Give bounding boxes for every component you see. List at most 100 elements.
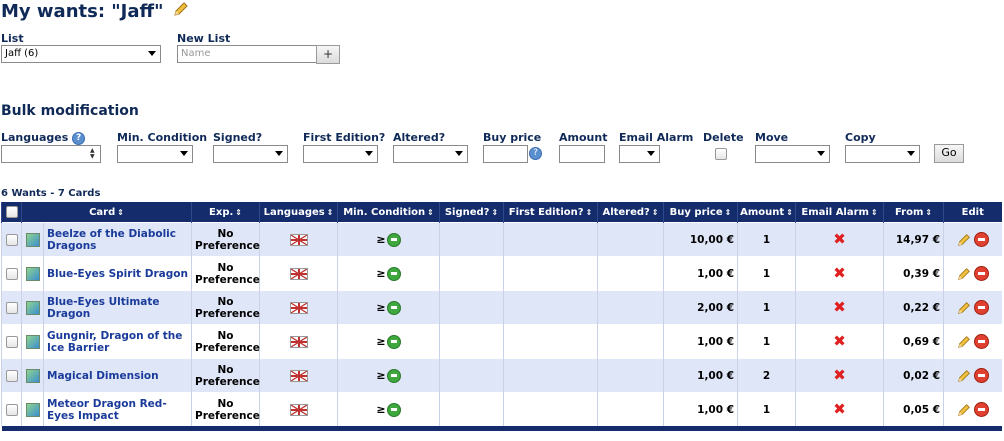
row-checkbox[interactable] xyxy=(5,267,18,280)
select-all-checkbox[interactable] xyxy=(5,206,18,218)
sort-icon[interactable]: ⇕ xyxy=(427,208,434,217)
list-select[interactable]: Jaff (6) xyxy=(1,45,161,63)
condition-operator: ≥ xyxy=(376,335,386,348)
row-checkbox[interactable] xyxy=(5,369,18,382)
card-name-link[interactable]: Magical Dimension xyxy=(47,370,159,382)
row-checkbox[interactable] xyxy=(5,335,18,348)
first-edition-cell xyxy=(503,324,598,359)
signed-select[interactable] xyxy=(213,145,288,163)
pencil-icon[interactable] xyxy=(957,233,971,246)
pencil-icon[interactable] xyxy=(173,0,189,24)
condition-badge-icon xyxy=(386,300,401,315)
min-condition-select[interactable] xyxy=(117,145,193,163)
col-header-amount[interactable]: Amount ⇕ xyxy=(737,202,796,223)
go-button[interactable]: Go xyxy=(934,144,964,163)
exp-cell: No Preference xyxy=(191,358,260,393)
add-list-button[interactable]: + xyxy=(316,45,340,64)
col-header-altered[interactable]: Altered? ⇕ xyxy=(597,202,664,223)
card-name-link[interactable]: Meteor Dragon Red-Eyes Impact xyxy=(47,398,167,422)
sort-icon[interactable]: ⇕ xyxy=(925,208,932,217)
red-x-icon[interactable]: ✖ xyxy=(833,230,846,248)
spinner-arrows-icon[interactable]: ▲ ▼ xyxy=(90,148,98,160)
sort-icon[interactable]: ⇕ xyxy=(725,208,732,217)
delete-icon[interactable] xyxy=(973,334,989,349)
pencil-icon[interactable] xyxy=(957,301,971,314)
sort-icon[interactable]: ⇕ xyxy=(652,208,659,217)
col-header-first-edition[interactable]: First Edition? ⇕ xyxy=(503,202,598,223)
sort-icon[interactable]: ⇕ xyxy=(786,208,793,217)
delete-icon[interactable] xyxy=(973,300,989,315)
col-header-from[interactable]: From ⇕ xyxy=(883,202,944,223)
table-header: Card ⇕ Exp. ⇕ Languages ⇕ Min. Condition ⇕ S… xyxy=(1,202,1002,223)
help-icon[interactable]: ? xyxy=(529,147,542,160)
row-select-cell xyxy=(1,222,22,257)
altered-select[interactable] xyxy=(393,145,468,163)
red-x-icon[interactable]: ✖ xyxy=(833,298,846,316)
pencil-icon[interactable] xyxy=(957,403,971,416)
image-icon[interactable] xyxy=(25,368,40,383)
col-header-email-alarm[interactable]: Email Alarm ⇕ xyxy=(795,202,884,223)
row-checkbox[interactable] xyxy=(5,403,18,416)
flag-icon xyxy=(289,267,308,280)
row-select-cell xyxy=(1,392,22,426)
delete-icon[interactable] xyxy=(973,266,989,281)
card-name-link[interactable]: Blue-Eyes Spirit Dragon xyxy=(47,268,188,280)
col-header-signed[interactable]: Signed? ⇕ xyxy=(439,202,504,223)
new-list-input[interactable]: Name xyxy=(177,45,317,63)
red-x-icon[interactable]: ✖ xyxy=(833,400,846,418)
sort-icon[interactable]: ⇕ xyxy=(586,208,593,217)
delete-checkbox[interactable] xyxy=(715,148,727,160)
red-x-icon[interactable]: ✖ xyxy=(833,264,846,282)
edit-cell xyxy=(943,256,1002,291)
red-x-icon[interactable]: ✖ xyxy=(833,332,846,350)
image-icon[interactable] xyxy=(25,266,40,281)
altered-cell xyxy=(597,290,664,325)
chevron-down-icon xyxy=(817,151,825,156)
sort-icon[interactable]: ⇕ xyxy=(491,208,498,217)
image-icon[interactable] xyxy=(25,232,40,247)
image-icon[interactable] xyxy=(25,402,40,417)
sort-icon[interactable]: ⇕ xyxy=(235,208,242,217)
sort-icon[interactable]: ⇕ xyxy=(327,208,334,217)
buy-price-cell: 1,00 € xyxy=(663,256,738,291)
email-alarm-select[interactable] xyxy=(619,145,660,163)
col-header-languages[interactable]: Languages ⇕ xyxy=(259,202,338,223)
sort-icon[interactable]: ⇕ xyxy=(871,208,878,217)
pencil-icon[interactable] xyxy=(957,267,971,280)
col-header-buy-price[interactable]: Buy price ⇕ xyxy=(663,202,738,223)
row-checkbox[interactable] xyxy=(5,233,18,246)
languages-spinner[interactable]: ▲ ▼ xyxy=(1,145,101,163)
amount-input[interactable] xyxy=(559,145,605,163)
bulk-heading: Bulk modification xyxy=(1,103,139,119)
move-select[interactable] xyxy=(755,145,830,163)
help-icon[interactable]: ? xyxy=(72,131,86,145)
card-name-link[interactable]: Beelze of the Diabolic Dragons xyxy=(47,228,176,252)
col-header-card[interactable]: Card ⇕ xyxy=(20,202,192,223)
col-label: Email Alarm xyxy=(801,206,869,218)
chevron-down-icon xyxy=(365,151,373,156)
pencil-icon[interactable] xyxy=(957,369,971,382)
email-alarm-cell: ✖ xyxy=(795,324,884,359)
row-checkbox[interactable] xyxy=(5,301,18,314)
languages-cell xyxy=(259,222,338,257)
copy-select[interactable] xyxy=(845,145,920,163)
red-x-icon[interactable]: ✖ xyxy=(833,366,846,384)
altered-cell xyxy=(597,392,664,426)
condition-operator: ≥ xyxy=(376,233,386,246)
delete-icon[interactable] xyxy=(973,402,989,417)
col-header-min-condition[interactable]: Min. Condition ⇕ xyxy=(337,202,440,223)
image-icon[interactable] xyxy=(25,300,40,315)
delete-icon[interactable] xyxy=(973,368,989,383)
delete-icon[interactable] xyxy=(973,232,989,247)
image-icon[interactable] xyxy=(25,334,40,349)
signed-cell xyxy=(439,256,504,291)
card-name-link[interactable]: Gungnir, Dragon of the Ice Barrier xyxy=(47,330,182,354)
sort-icon[interactable]: ⇕ xyxy=(117,208,124,217)
languages-cell xyxy=(259,256,338,291)
table-row: Gungnir, Dragon of the Ice Barrier No Pre… xyxy=(1,324,1002,359)
buy-price-input[interactable] xyxy=(483,145,528,163)
card-name-link[interactable]: Blue-Eyes Ultimate Dragon xyxy=(47,296,160,320)
first-edition-select[interactable] xyxy=(303,145,378,163)
pencil-icon[interactable] xyxy=(957,335,971,348)
col-header-exp[interactable]: Exp. ⇕ xyxy=(191,202,260,223)
